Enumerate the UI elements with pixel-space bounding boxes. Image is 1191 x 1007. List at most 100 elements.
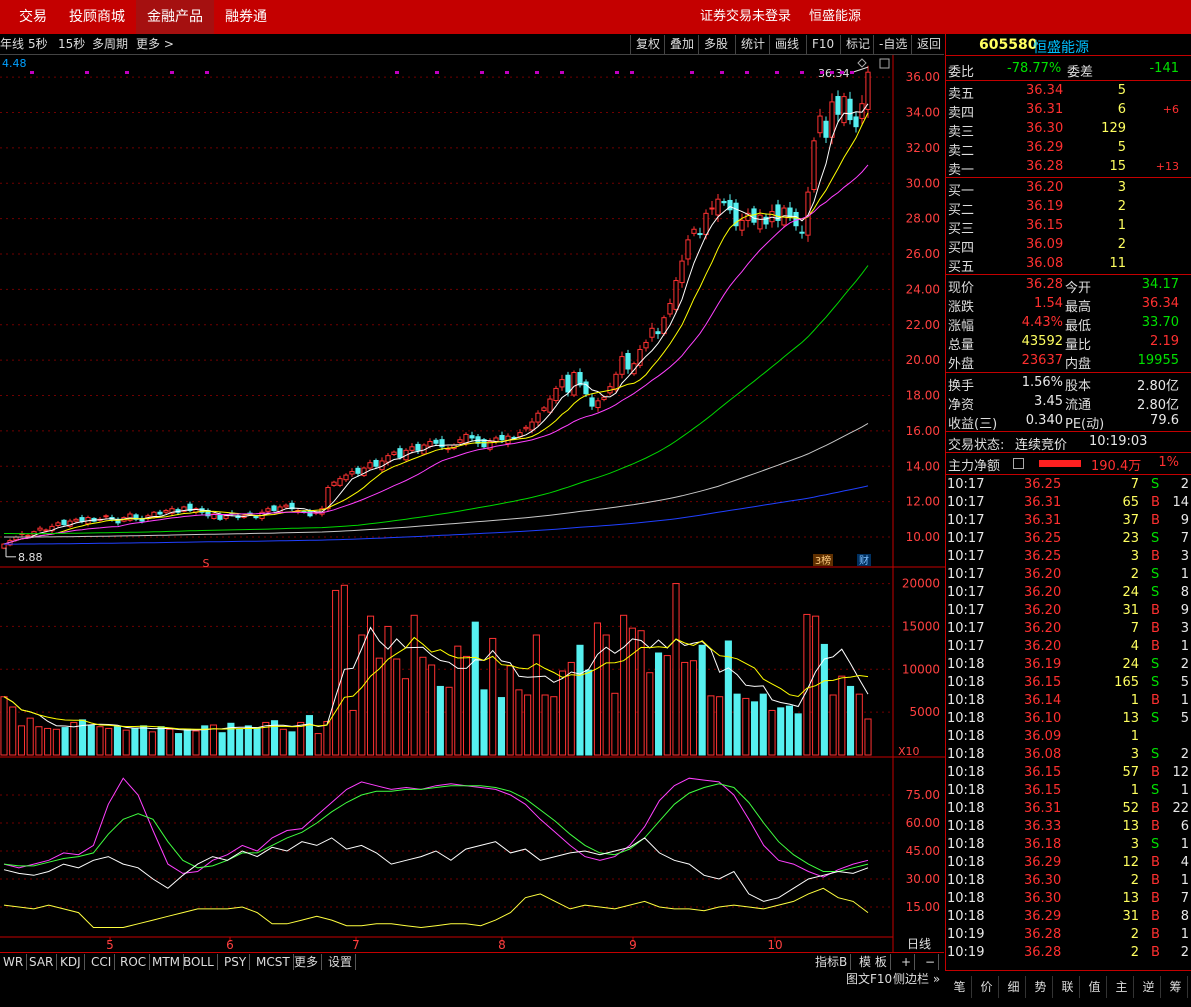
status-time: 10:19:03 [1089, 434, 1148, 449]
period-tab-0[interactable]: 年线 [0, 35, 24, 54]
event-marker[interactable] [630, 71, 634, 74]
toolbar-button-2[interactable]: 多股 [698, 35, 733, 54]
toolbar-button-4[interactable]: 画线 [769, 35, 804, 54]
stock-name: 恒盛能源 [1033, 40, 1089, 56]
event-marker[interactable] [560, 71, 564, 74]
indicator-tab-10[interactable]: 设置 [325, 954, 357, 970]
indicator-tab-7[interactable]: PSY [221, 954, 251, 970]
timeframe-label[interactable]: 日线 [907, 937, 931, 951]
event-marker[interactable] [690, 71, 694, 74]
ask-price[interactable]: 36.29 [1026, 140, 1063, 155]
tick-count: 9 [1180, 603, 1189, 618]
nav-tab-1[interactable]: 投顾商城 [58, 0, 136, 34]
event-marker[interactable] [850, 71, 854, 74]
indicator-control-2[interactable]: + [898, 954, 916, 970]
event-marker[interactable] [435, 71, 439, 74]
period-tab-2[interactable]: 15秒 [58, 35, 85, 54]
toolbar-button-6[interactable]: 标记 [840, 35, 875, 54]
chart-area[interactable]: 36.00 34.00 32.00 30.00 28.00 26.00 24.00 22.00… [0, 55, 945, 952]
indicator-control-1[interactable]: 模 板 [856, 954, 891, 970]
event-marker[interactable] [85, 71, 89, 74]
ask-price[interactable]: 36.31 [1026, 102, 1063, 117]
volume-bar [524, 694, 532, 756]
price-tick: 10.00 [906, 530, 940, 544]
toolbar-button-5[interactable]: F10 [806, 35, 839, 54]
side-tab-8[interactable]: 筹 [1164, 976, 1188, 998]
event-marker[interactable] [830, 71, 834, 74]
toolbar-button-0[interactable]: 复权 [630, 35, 665, 54]
event-marker[interactable] [125, 71, 129, 74]
period-tab-1[interactable]: 5秒 [28, 35, 48, 54]
flow-menu-icon[interactable] [1013, 458, 1024, 469]
price-tick: 12.00 [906, 495, 940, 509]
toolbar-button-8[interactable]: 返回 [911, 35, 946, 54]
tick-price: 36.15 [1024, 783, 1062, 798]
indicator-tab-5[interactable]: MTM [149, 954, 185, 970]
indicator-tab-9[interactable]: 更多 [291, 954, 323, 970]
ask-price[interactable]: 36.30 [1026, 121, 1063, 136]
nav-tab-2[interactable]: 金融产品 [136, 0, 214, 34]
tick-side: B [1151, 621, 1160, 636]
nav-tab-3[interactable]: 融券通 [214, 0, 278, 34]
event-marker[interactable] [170, 71, 174, 74]
bid-price[interactable]: 36.08 [1026, 256, 1063, 271]
indicator-tab-1[interactable]: SAR [26, 954, 58, 970]
tick-time: 10:18 [947, 765, 985, 780]
event-marker[interactable] [800, 71, 804, 74]
event-marker[interactable] [395, 71, 399, 74]
login-status[interactable]: 证券交易未登录 [700, 0, 791, 34]
event-marker[interactable] [505, 71, 509, 74]
flow-label[interactable]: 主力净额 [948, 455, 1000, 474]
event-marker[interactable] [205, 71, 209, 74]
side-tab-1[interactable]: 价 [975, 976, 999, 998]
stat-label: 最低 [1065, 319, 1092, 334]
indicator-tab-3[interactable]: CCI [88, 954, 116, 970]
tick-side: S [1151, 531, 1160, 546]
toolbar-button-3[interactable]: 统计 [735, 35, 770, 54]
stat-value: 36.28 [1025, 277, 1063, 292]
indicator-tab-2[interactable]: KDJ [57, 954, 85, 970]
bid-price[interactable]: 36.15 [1026, 218, 1063, 233]
s-marker[interactable]: S [203, 557, 210, 570]
bid-price[interactable]: 36.09 [1026, 237, 1063, 252]
side-tab-6[interactable]: 主 [1110, 976, 1134, 998]
ask-price[interactable]: 36.34 [1026, 83, 1063, 98]
event-marker[interactable] [840, 71, 844, 74]
nav-tab-0[interactable]: 交易 [8, 0, 58, 34]
tick-side: S [1151, 783, 1160, 798]
indicator-tab-0[interactable]: WR [0, 954, 28, 970]
ask-price[interactable]: 36.28 [1026, 159, 1063, 174]
period-tab-4[interactable]: 更多 > [136, 35, 174, 54]
side-tab-5[interactable]: 值 [1083, 976, 1107, 998]
toolbar-button-7[interactable]: -自选 [873, 35, 912, 54]
event-marker[interactable] [775, 71, 779, 74]
event-marker[interactable] [820, 71, 824, 74]
event-marker[interactable] [745, 71, 749, 74]
stat-value: 34.17 [1141, 277, 1179, 292]
indicator-tab-4[interactable]: ROC [117, 954, 151, 970]
side-tab-3[interactable]: 势 [1029, 976, 1053, 998]
weicha-value: -141 [1149, 61, 1179, 76]
bid-price[interactable]: 36.19 [1026, 199, 1063, 214]
rank-badge[interactable]: 3榜 [815, 554, 831, 567]
event-marker[interactable] [535, 71, 539, 74]
side-tab-4[interactable]: 联 [1056, 976, 1080, 998]
period-tab-3[interactable]: 多周期 [92, 35, 128, 54]
side-tab-0[interactable]: 笔 [948, 976, 972, 998]
bid-price[interactable]: 36.20 [1026, 180, 1063, 195]
sidebar-toggle[interactable]: 侧边栏 » [893, 970, 940, 987]
indicator-tab-6[interactable]: BOLL [180, 954, 218, 970]
tick-volume: 13 [1122, 891, 1139, 906]
event-marker[interactable] [480, 71, 484, 74]
event-marker[interactable] [30, 71, 34, 74]
indicator-tab-8[interactable]: MCST [253, 954, 294, 970]
finance-badge[interactable]: 财 [859, 554, 869, 567]
f10-button[interactable]: 图文F10 [846, 970, 892, 987]
event-marker[interactable] [615, 71, 619, 74]
indicator-control-3[interactable]: − [922, 954, 940, 970]
side-tab-7[interactable]: 逆 [1137, 976, 1161, 998]
toolbar-button-1[interactable]: 叠加 [664, 35, 699, 54]
indicator-control-0[interactable]: 指标B [812, 954, 852, 970]
event-marker[interactable] [720, 71, 724, 74]
side-tab-2[interactable]: 细 [1002, 976, 1026, 998]
